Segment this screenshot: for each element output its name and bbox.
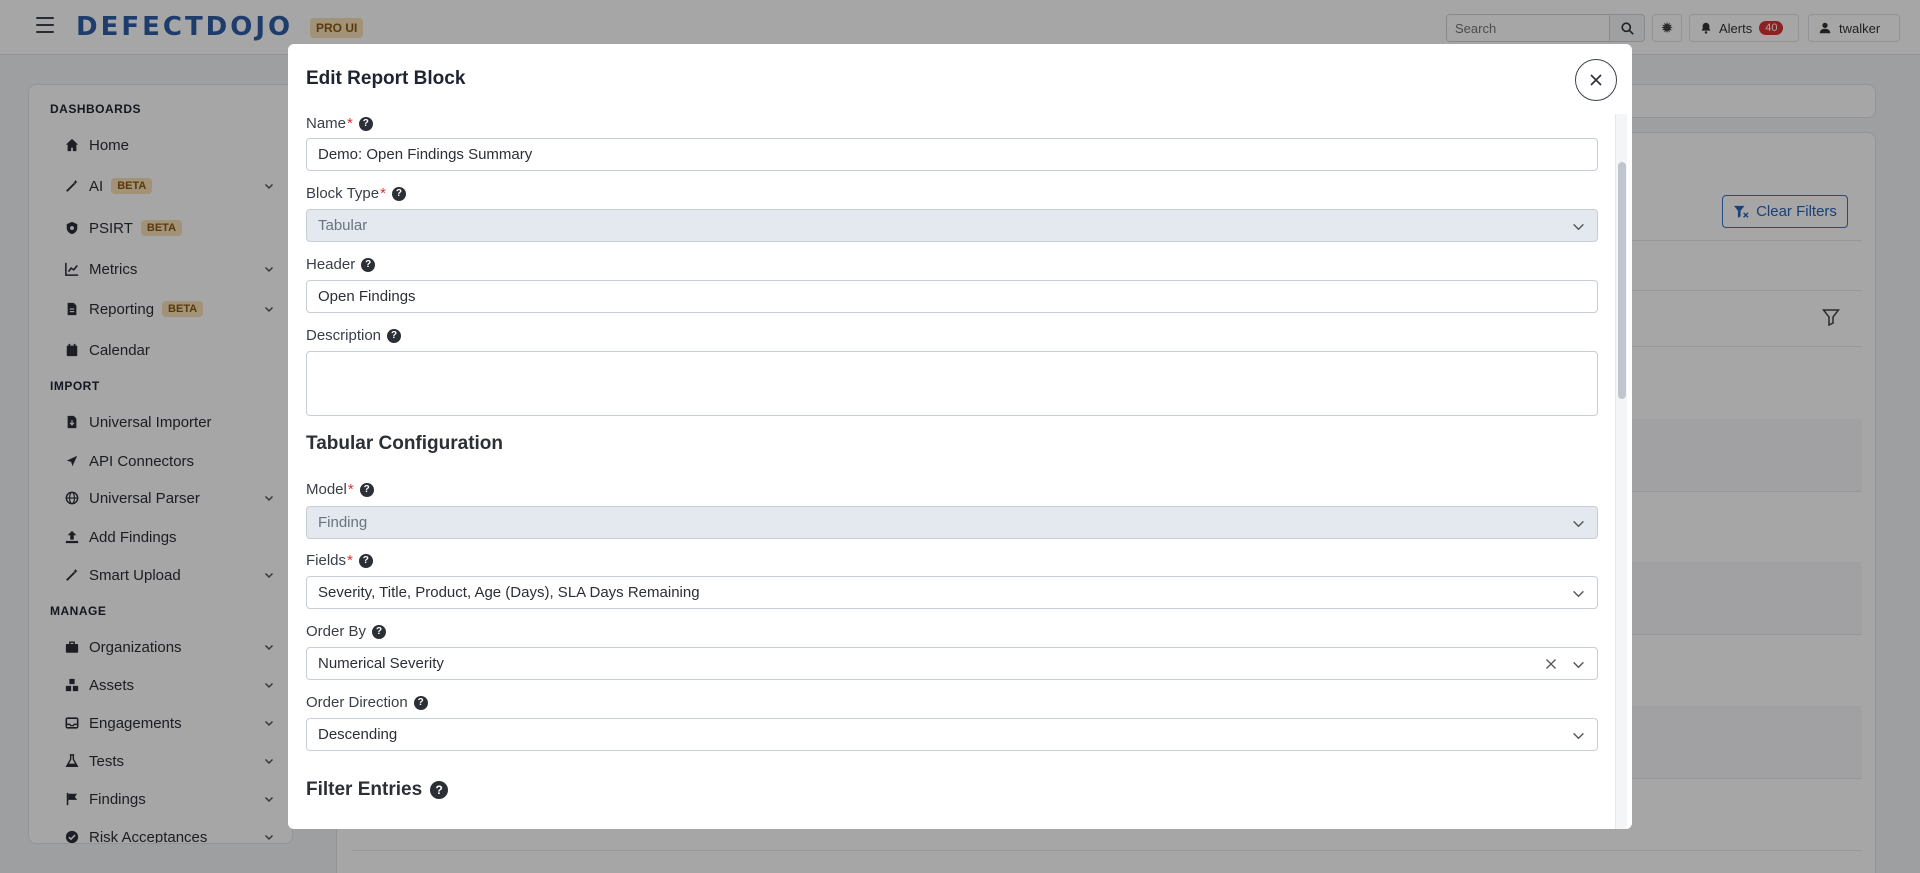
help-icon[interactable]: ? bbox=[372, 624, 387, 639]
model-value: Finding bbox=[318, 514, 368, 531]
label-text: Block Type bbox=[306, 185, 380, 202]
header-label: Header? bbox=[306, 256, 376, 273]
required-marker: * bbox=[347, 552, 353, 569]
label-text: Header bbox=[306, 256, 356, 273]
model-label: Model *? bbox=[306, 481, 374, 498]
fields-label: Fields *? bbox=[306, 552, 373, 569]
close-modal-button[interactable] bbox=[1575, 59, 1617, 101]
help-icon[interactable]: ? bbox=[413, 695, 428, 710]
label-text: Description bbox=[306, 327, 382, 344]
required-marker: * bbox=[347, 481, 354, 498]
help-icon[interactable]: ? bbox=[391, 186, 406, 201]
header-input[interactable]: Open Findings bbox=[306, 280, 1598, 313]
chevron-down-icon bbox=[1573, 661, 1584, 669]
edit-report-block-modal: Edit Report Block Name *? Demo: Open Find… bbox=[288, 44, 1632, 829]
label-text: Order By bbox=[306, 623, 367, 640]
help-icon[interactable]: ? bbox=[361, 257, 376, 272]
order-direction-label: Order Direction? bbox=[306, 694, 428, 711]
help-icon[interactable]: ? bbox=[430, 781, 449, 799]
block-type-value: Tabular bbox=[318, 217, 368, 234]
label-text: Fields bbox=[306, 552, 347, 569]
order-by-label: Order By? bbox=[306, 623, 387, 640]
label-text: Model bbox=[306, 481, 347, 498]
model-select[interactable]: Finding bbox=[306, 506, 1598, 539]
filter-entries-title: Filter Entries bbox=[306, 779, 423, 800]
label-text: Name bbox=[306, 115, 347, 132]
fields-value: Severity, Title, Product, Age (Days), SL… bbox=[318, 584, 700, 601]
modal-title: Edit Report Block bbox=[306, 68, 466, 89]
description-textarea[interactable] bbox=[306, 351, 1598, 416]
order-direction-select[interactable]: Descending bbox=[306, 718, 1598, 751]
chevron-down-icon bbox=[1573, 732, 1584, 740]
block-type-label: Block Type *? bbox=[306, 185, 406, 202]
modal-scrollbar[interactable] bbox=[1615, 114, 1627, 829]
help-icon[interactable]: ? bbox=[358, 116, 373, 131]
block-type-select[interactable]: Tabular bbox=[306, 209, 1598, 242]
order-by-value: Numerical Severity bbox=[318, 655, 444, 672]
name-label: Name *? bbox=[306, 115, 373, 132]
order-by-select[interactable]: Numerical Severity bbox=[306, 647, 1598, 680]
close-icon bbox=[1590, 74, 1602, 86]
chevron-down-icon bbox=[1573, 223, 1584, 231]
order-direction-value: Descending bbox=[318, 726, 398, 743]
help-icon[interactable]: ? bbox=[359, 482, 374, 497]
help-icon[interactable]: ? bbox=[387, 328, 402, 343]
chevron-down-icon bbox=[1573, 590, 1584, 598]
header-value: Open Findings bbox=[318, 288, 416, 305]
name-value: Demo: Open Findings Summary bbox=[318, 146, 533, 163]
required-marker: * bbox=[380, 185, 386, 202]
label-text: Order Direction bbox=[306, 694, 408, 711]
help-icon[interactable]: ? bbox=[358, 553, 373, 568]
clear-selection-icon[interactable] bbox=[1545, 658, 1557, 670]
fields-multiselect[interactable]: Severity, Title, Product, Age (Days), SL… bbox=[306, 576, 1598, 609]
required-marker: * bbox=[347, 115, 353, 132]
tabular-configuration-heading: Tabular Configuration bbox=[306, 433, 504, 454]
name-input[interactable]: Demo: Open Findings Summary bbox=[306, 138, 1598, 171]
chevron-down-icon bbox=[1573, 520, 1584, 528]
filter-entries-heading: Filter Entries? bbox=[306, 779, 449, 801]
description-label: Description? bbox=[306, 327, 402, 344]
modal-scrollbar-thumb[interactable] bbox=[1618, 162, 1626, 399]
